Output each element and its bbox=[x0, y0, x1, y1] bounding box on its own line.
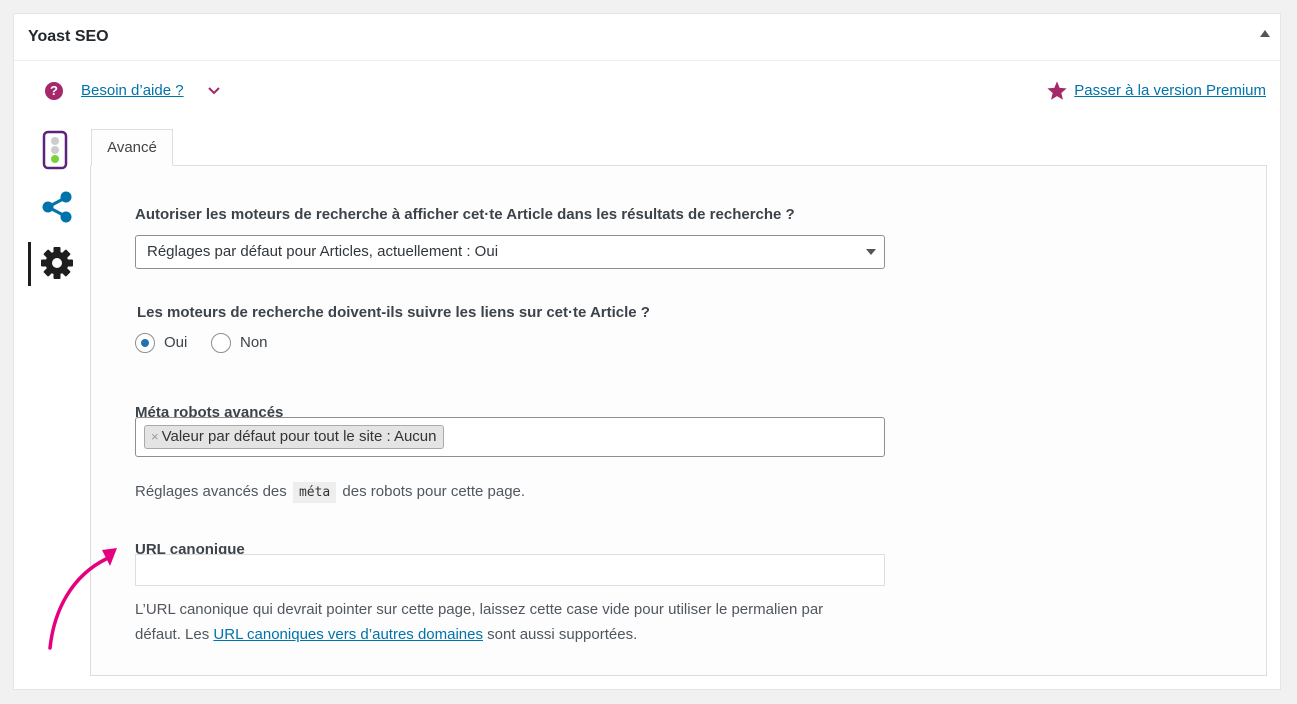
premium-link[interactable]: Passer à la version Premium bbox=[1074, 82, 1266, 99]
canonical-cross-domain-link[interactable]: URL canoniques vers d’autres domaines bbox=[213, 626, 483, 643]
side-tab-advanced[interactable] bbox=[28, 242, 81, 286]
allow-search-selected-value: Réglages par défaut pour Articles, actue… bbox=[147, 243, 499, 260]
meta-robots-chip-label: Valeur par défaut pour tout le site : Au… bbox=[161, 428, 437, 445]
side-tab-social[interactable] bbox=[28, 186, 78, 230]
allow-search-label: Autoriser les moteurs de recherche à aff… bbox=[135, 206, 795, 223]
canonical-url-input[interactable] bbox=[135, 554, 885, 586]
tab-avance[interactable]: Avancé bbox=[91, 129, 173, 166]
metabox-title: Yoast SEO bbox=[28, 28, 109, 45]
meta-robots-chip: × Valeur par défaut pour tout le site : A… bbox=[144, 425, 444, 449]
meta-robots-desc-text: Réglages avancés des bbox=[135, 483, 287, 500]
allow-search-select[interactable]: Réglages par défaut pour Articles, actue… bbox=[135, 235, 885, 269]
metabox-header[interactable]: Yoast SEO bbox=[14, 14, 1280, 61]
meta-robots-desc-text-end: des robots pour cette page. bbox=[342, 483, 526, 500]
gear-icon bbox=[39, 245, 75, 286]
meta-robots-description: Réglages avancés des méta des robots pou… bbox=[135, 482, 526, 503]
side-tab-readability[interactable] bbox=[28, 130, 78, 174]
help-link[interactable]: Besoin d’aide ? bbox=[81, 82, 184, 99]
meta-code: méta bbox=[292, 482, 337, 503]
question-icon: ? bbox=[45, 82, 63, 100]
canonical-desc-after-link: sont aussi supportées. bbox=[487, 626, 638, 643]
radio-oui-label[interactable]: Oui bbox=[164, 334, 187, 351]
annotation-arrow-icon bbox=[40, 540, 130, 660]
chevron-down-icon[interactable] bbox=[207, 79, 221, 108]
canonical-url-description: L’URL canonique qui devrait pointer sur … bbox=[135, 597, 895, 647]
share-icon bbox=[40, 190, 74, 229]
canonical-desc-line1: L’URL canonique qui devrait pointer sur … bbox=[135, 601, 824, 618]
chip-remove-icon[interactable]: × bbox=[151, 429, 159, 444]
star-icon bbox=[1046, 80, 1068, 107]
traffic-light-icon bbox=[42, 130, 68, 175]
radio-non[interactable] bbox=[211, 333, 231, 353]
canonical-desc-before-link: défaut. Les bbox=[135, 626, 210, 643]
radio-non-label[interactable]: Non bbox=[240, 334, 268, 351]
follow-links-label: Les moteurs de recherche doivent-ils sui… bbox=[137, 304, 650, 321]
meta-robots-multiselect[interactable]: × Valeur par défaut pour tout le site : A… bbox=[135, 417, 885, 457]
radio-oui[interactable] bbox=[135, 333, 155, 353]
yoast-seo-metabox: Yoast SEO ? Besoin d’aide ? Passer à la … bbox=[13, 13, 1281, 690]
collapse-toggle-icon[interactable] bbox=[1260, 30, 1270, 37]
dropdown-arrow-icon bbox=[866, 249, 876, 255]
advanced-settings-panel: Autoriser les moteurs de recherche à aff… bbox=[90, 165, 1267, 676]
